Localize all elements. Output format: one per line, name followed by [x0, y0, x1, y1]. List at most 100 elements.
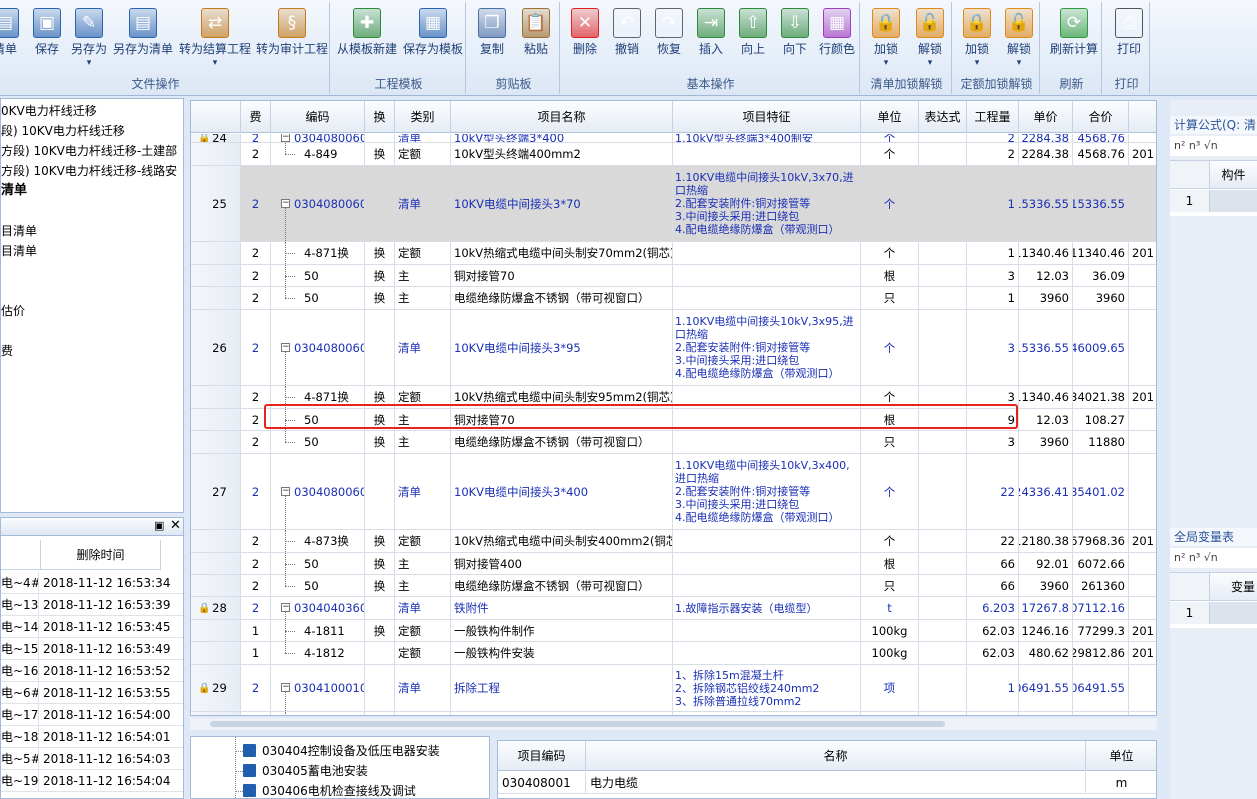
close-icon[interactable]: ✕ — [170, 518, 181, 533]
fee-cell[interactable]: 2 — [241, 310, 271, 385]
restore-icon[interactable]: ▣ — [154, 519, 164, 532]
category-cell[interactable]: 主 — [395, 287, 451, 309]
quantity-cell[interactable]: 3 — [967, 265, 1019, 286]
grid-row[interactable]: 🔒282−030404036002清单铁附件1.故障指示器安装（电缆型）t6.2… — [191, 597, 1156, 620]
category-cell[interactable]: 定额 — [395, 642, 451, 664]
grid-row[interactable]: 2 4-871换换定额 10kV热缩式电缆中间头制安70mm2(铜芯) 个 1 11340… — [191, 242, 1156, 265]
feature-cell[interactable]: 1.10KV电缆中间接头10kV,3x70,进口热缩 2.配套安装附件:铜对接管… — [673, 166, 861, 241]
var-cell[interactable] — [1210, 602, 1257, 624]
grid-row[interactable]: 🔒 24 2−0304080060 清单 10kV型头终端3*400 1.10kV型头终端… — [191, 134, 1156, 143]
swap-cell[interactable] — [365, 454, 395, 529]
collapse-toggle-icon[interactable]: − — [281, 134, 290, 142]
grid-row[interactable]: 25 2−030408006001 清单10KV电缆中间接头3*701.10KV电缆… — [191, 166, 1156, 242]
grid-header-cell[interactable]: 工程量 — [967, 101, 1019, 133]
extra-cell[interactable]: 201 — [1129, 530, 1156, 552]
ribbon-button-5-0[interactable]: 🔒 加锁 ▾ — [956, 4, 998, 76]
category-cell[interactable]: 清单 — [395, 665, 451, 711]
grid-header-cell[interactable]: 单位 — [861, 101, 919, 133]
ribbon-button-4-1[interactable]: 🔓 解锁 ▾ — [908, 4, 952, 76]
collapse-toggle-icon[interactable]: − — [281, 198, 290, 208]
category-cell[interactable]: 清单 — [395, 454, 451, 529]
grid-row[interactable]: 26 2−030408006014 清单10KV电缆中间接头3*951.10KV电缆… — [191, 310, 1156, 386]
item-name-cell[interactable]: 一般铁构件制作 — [451, 620, 673, 641]
code-cell[interactable]: 50 — [271, 265, 365, 286]
quantity-cell[interactable]: 22 — [967, 454, 1019, 529]
code-cell[interactable]: −0304080060 — [271, 134, 365, 142]
category-cell[interactable]: 清单 — [395, 134, 451, 142]
swap-cell[interactable]: 换 — [365, 431, 395, 453]
total-price-cell[interactable]: 46009.65 — [1073, 310, 1129, 385]
ribbon-button-3-3[interactable]: ⇥ 插入 — [690, 4, 732, 76]
grid-row[interactable]: 2 4-873换 换定额 10kV热缩式电缆中间头制安400mm2(铜芯) 个 22 121… — [191, 530, 1156, 553]
code-cell[interactable]: 4-1811 — [271, 620, 365, 641]
grid-header-cell[interactable]: 单价 — [1019, 101, 1073, 133]
hscroll-thumb[interactable] — [210, 721, 945, 727]
grid-header-cell[interactable]: 编码 — [271, 101, 365, 133]
expression-cell[interactable] — [919, 597, 967, 619]
unit-price-cell[interactable]: 11340.46 — [1019, 242, 1073, 264]
deleted-row[interactable]: 电~5#开 2018-11-12 16:54:03 — [1, 748, 183, 770]
grid-header-cell[interactable]: 项目名称 — [451, 101, 673, 133]
ribbon-button-3-6[interactable]: ▦ 行颜色 — [816, 4, 858, 76]
category-cell[interactable]: 定额 — [395, 530, 451, 552]
feature-cell[interactable] — [673, 575, 861, 596]
item-name-cell[interactable]: 10KV电缆中间接头3*400 — [451, 454, 673, 529]
item-name-cell[interactable]: 铜对接管400 — [451, 553, 673, 574]
quantity-cell[interactable]: 3 — [967, 431, 1019, 453]
unit-cell[interactable]: 只 — [861, 575, 919, 596]
item-name-cell[interactable]: 单杆混凝土杆15m 拆除 — [451, 712, 673, 715]
tree-node[interactable]: 清单 — [1, 181, 27, 201]
fee-cell[interactable]: 1 — [241, 620, 271, 641]
grid-header-cell[interactable]: 表达式 — [919, 101, 967, 133]
extra-cell[interactable] — [1129, 431, 1156, 453]
unit-price-cell[interactable]: 15336.55 — [1019, 310, 1073, 385]
lib-name-cell[interactable]: 电力电缆 — [586, 772, 1086, 794]
total-price-cell[interactable]: 107112.16 — [1073, 597, 1129, 619]
unit-cell[interactable]: 只 — [861, 287, 919, 309]
grid-header-cell[interactable] — [191, 101, 241, 133]
extra-cell[interactable] — [1129, 575, 1156, 596]
feature-cell[interactable]: 1.10KV电缆中间接头10kV,3x95,进口热缩 2.配套安装附件:铜对接管… — [673, 310, 861, 385]
unit-cell[interactable]: 只 — [861, 431, 919, 453]
extra-cell[interactable] — [1129, 310, 1156, 385]
fee-cell[interactable]: 2 — [241, 665, 271, 711]
extra-cell[interactable] — [1129, 287, 1156, 309]
code-cell[interactable]: −030408006014 — [271, 310, 365, 385]
deleted-row[interactable]: 电~15# 2018-11-12 16:53:49 — [1, 638, 183, 660]
fee-cell[interactable]: 2 — [241, 242, 271, 264]
item-name-cell[interactable]: 一般铁构件安装 — [451, 642, 673, 664]
grid-row[interactable]: 1 4-1811 换定额 一般铁构件制作 100kg 62.03 1246.16 77299.… — [191, 620, 1156, 642]
swap-cell[interactable]: 换 — [365, 575, 395, 596]
extra-cell[interactable]: 201 — [1129, 620, 1156, 641]
quantity-cell[interactable]: 1 — [967, 242, 1019, 264]
deleted-row[interactable]: 电~19# 2018-11-12 16:54:04 — [1, 770, 183, 792]
tree-node[interactable]: 估价 — [1, 301, 25, 321]
code-cell[interactable]: 4-986 — [271, 712, 365, 715]
category-cell[interactable]: 主 — [395, 575, 451, 596]
deleted-row[interactable]: 电~14# 2018-11-12 16:53:45 — [1, 616, 183, 638]
unit-price-cell[interactable]: 206491.55 — [1019, 665, 1073, 711]
unit-cell[interactable]: 个 — [861, 310, 919, 385]
ribbon-button-3-4[interactable]: ⇧ 向上 — [732, 4, 774, 76]
quantity-cell[interactable]: 1 — [967, 287, 1019, 309]
grid-row[interactable]: 2 50 换主电缆绝缘防爆盒不锈钢（带可视窗口） 只 66 3960 261360 — [191, 575, 1156, 597]
category-cell[interactable]: 主 — [395, 553, 451, 574]
category-cell[interactable]: 主 — [395, 265, 451, 286]
category-cell[interactable]: 清单 — [395, 166, 451, 241]
ribbon-button-5-1[interactable]: 🔓 解锁 ▾ — [998, 4, 1040, 76]
collapse-toggle-icon[interactable]: − — [281, 683, 290, 692]
fee-cell[interactable]: 2 — [241, 597, 271, 619]
unit-price-cell[interactable]: 17267.8 — [1019, 597, 1073, 619]
total-price-cell[interactable]: 34021.38 — [1073, 386, 1129, 408]
unit-price-cell[interactable]: 3960 — [1019, 431, 1073, 453]
expression-cell[interactable] — [919, 712, 967, 715]
extra-cell[interactable]: 201 — [1129, 712, 1156, 715]
unit-price-cell[interactable]: 480.62 — [1019, 642, 1073, 664]
quantity-cell[interactable]: 1 — [967, 665, 1019, 711]
expression-cell[interactable] — [919, 166, 967, 241]
grid-row[interactable]: 2 50 换主铜对接管400 根 66 92.01 6072.66 — [191, 553, 1156, 575]
category-cell[interactable]: 定额 — [395, 620, 451, 641]
unit-cell[interactable]: 个 — [861, 242, 919, 264]
unit-price-cell[interactable]: 3960 — [1019, 575, 1073, 596]
grid-hscrollbar[interactable] — [190, 718, 1157, 730]
